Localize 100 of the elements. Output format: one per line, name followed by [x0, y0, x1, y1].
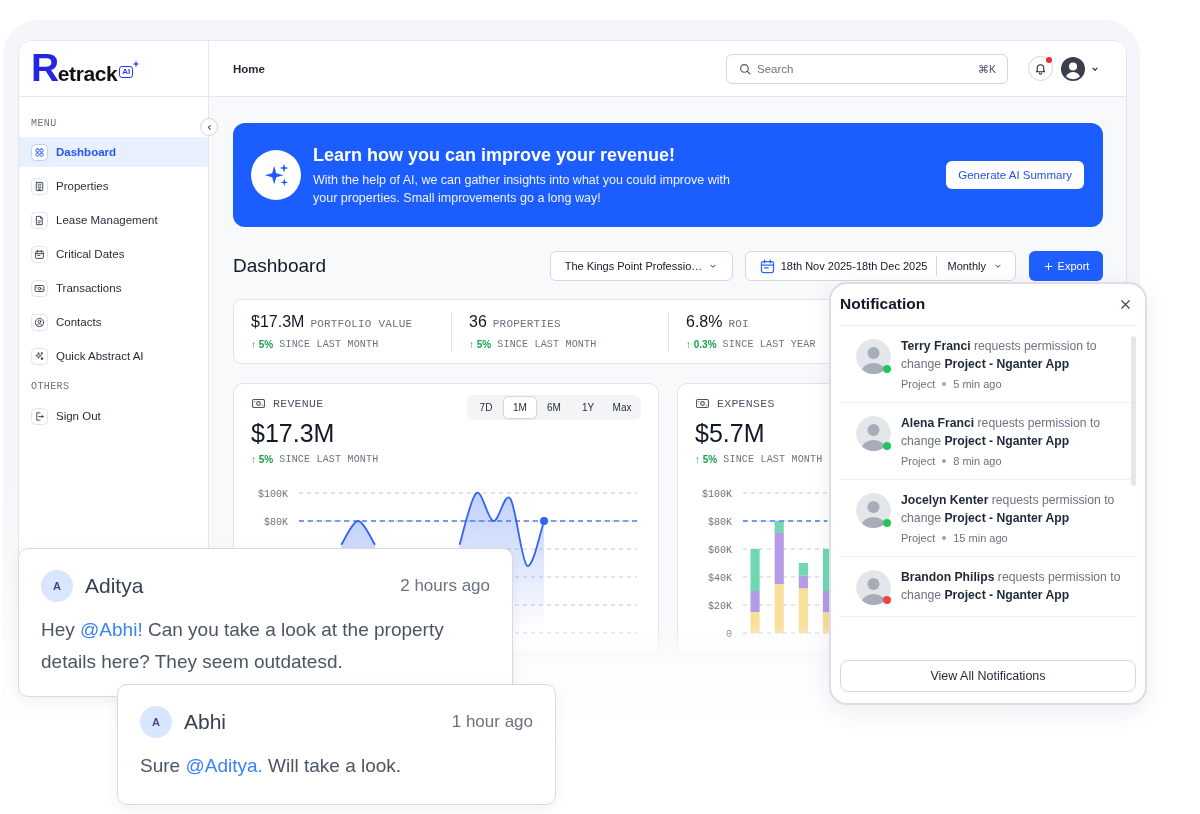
stat-label: ROI: [728, 318, 749, 330]
point-marker: [540, 517, 549, 525]
change-value: ↑ 5%: [251, 338, 274, 350]
nav-link[interactable]: Sign Out: [19, 401, 208, 431]
panel-title: Notification: [840, 294, 926, 314]
stat-value: 6.8%: [686, 313, 723, 331]
nav-link[interactable]: Quick Abstract AI: [19, 341, 208, 371]
scrollbar[interactable]: [1131, 336, 1136, 486]
page-title: Dashboard: [233, 255, 326, 277]
user-avatar-icon: [1061, 56, 1085, 81]
period-label: SINCE LAST MONTH: [279, 453, 379, 465]
mention-link[interactable]: @Abhi!: [80, 619, 143, 640]
stat-value: $17.3M: [251, 313, 305, 331]
separator-dot-icon: [942, 536, 947, 540]
search-bar[interactable]: Search ⌘K: [726, 53, 1008, 84]
comment-time: 1 hour ago: [451, 712, 533, 732]
export-button[interactable]: Export: [1029, 251, 1103, 281]
bar-segment: [798, 563, 808, 576]
calendar-icon: [758, 257, 776, 275]
period-label: SINCE LAST MONTH: [279, 338, 379, 350]
nav-link[interactable]: Contacts: [19, 307, 208, 337]
breadcrumb: Home: [233, 62, 265, 75]
nav-link[interactable]: Lease Management: [19, 205, 208, 235]
person-avatar-icon: [856, 416, 891, 451]
nav-link[interactable]: Critical Dates: [19, 239, 208, 269]
nav-link[interactable]: Properties: [19, 171, 208, 201]
account-menu-button[interactable]: [1061, 56, 1100, 81]
property-select[interactable]: The Kings Point Professio…: [549, 251, 733, 281]
section-label: MENU: [30, 118, 58, 130]
nav-link[interactable]: Transactions: [19, 273, 208, 303]
document-icon: [31, 211, 48, 229]
timestamp: 8 min ago: [953, 455, 1002, 467]
change-value: ↑ 5%: [469, 338, 492, 350]
range-tab[interactable]: Max: [605, 396, 639, 419]
comment-text: Hey @Abhi! Can you take a look at the property details here? They seem outdatesd.: [41, 618, 445, 674]
change-value: ↑ 5%: [251, 453, 274, 465]
stat-label: PROPERTIES: [492, 318, 561, 330]
person-avatar-icon: [856, 493, 891, 528]
bell-icon: [1034, 62, 1047, 75]
sparkles-icon: [31, 347, 48, 365]
axis-label: $100K: [258, 488, 288, 500]
stat-value: 36: [469, 313, 487, 331]
generate-summary-button[interactable]: Generate AI Summary: [946, 161, 1084, 189]
timestamp: 5 min ago: [953, 378, 1002, 390]
banner-text: With the help of AI, we can gather insights into what you could improve with your properties. Small improvements go a long way!: [313, 172, 731, 207]
range-tab[interactable]: 6M: [537, 396, 571, 419]
search-input[interactable]: Search: [757, 59, 973, 78]
banner-title: Learn how you can improve your revenue!: [313, 144, 677, 167]
change-value: ↑ 5%: [695, 453, 718, 465]
axis-label: 0: [726, 628, 732, 640]
notification-text: Jocelyn Kenter requests permission to change Project - Nganter App: [901, 492, 1116, 527]
view-all-button[interactable]: View All Notifications: [840, 660, 1136, 692]
change-value: ↑ 0.3%: [686, 338, 717, 350]
comment-text: Sure @Aditya. Will take a look.: [140, 754, 403, 778]
period-select[interactable]: Monthly: [936, 256, 1015, 276]
bar-segment: [774, 584, 784, 633]
category-label: Project: [901, 378, 936, 390]
search-icon: [738, 61, 752, 76]
range-tab[interactable]: 1Y: [571, 396, 605, 419]
notification-text: Alena Franci requests permission to change Project - Nganter App: [901, 415, 1102, 450]
author-name: Abhi: [184, 710, 227, 734]
separator-dot-icon: [942, 382, 947, 386]
range-tab[interactable]: 7D: [469, 396, 503, 419]
person-avatar-icon: [856, 570, 891, 605]
chart-value: $17.3M: [251, 419, 336, 447]
period-label: SINCE LAST MONTH: [497, 338, 597, 350]
comment-time: 2 hours ago: [400, 576, 490, 596]
timestamp: 15 min ago: [953, 532, 1008, 544]
chart-value: $5.7M: [695, 419, 766, 447]
sparkles-icon: [251, 150, 301, 200]
axis-label: $60K: [708, 544, 732, 556]
separator-dot-icon: [942, 459, 947, 463]
plus-icon: [1042, 260, 1054, 272]
mention-link[interactable]: @Aditya.: [185, 755, 263, 776]
notification-item[interactable]: Brandon Philips requests permission to change Project - Nganter App: [840, 557, 1136, 617]
user-avatar: A: [41, 570, 73, 602]
period-label: SINCE LAST YEAR: [722, 338, 816, 350]
bar-segment: [750, 612, 760, 633]
axis-label: $80K: [708, 516, 732, 528]
calendar-icon: [31, 245, 48, 263]
stat-label: PORTFOLIO VALUE: [310, 318, 413, 330]
notification-item[interactable]: Jocelyn Kenter requests permission to change Project - Nganter App Project 15 min ago: [840, 480, 1136, 557]
notification-text: Terry Franci requests permission to change Project - Nganter App: [901, 338, 1098, 373]
chart-title: REVENUE: [273, 396, 324, 410]
chart-title: EXPENSES: [717, 396, 775, 410]
date-range-button[interactable]: 18th Nov 2025-18th Dec 2025: [745, 252, 937, 280]
axis-label: $80K: [264, 516, 288, 528]
category-label: Project: [901, 532, 936, 544]
author-name: Aditya: [85, 574, 144, 598]
section-label: OTHERS: [30, 381, 71, 393]
sparkle-icon: [132, 60, 141, 68]
nav-link[interactable]: Dashboard: [19, 137, 208, 167]
category-label: Project: [901, 455, 936, 467]
notification-text: Brandon Philips requests permission to change Project - Nganter App: [901, 569, 1122, 604]
notifications-button[interactable]: [1028, 56, 1053, 81]
shortcut-hint: ⌘K: [978, 62, 996, 75]
grid-icon: [31, 143, 48, 161]
range-tab[interactable]: 1M: [503, 396, 537, 419]
chart-line: [340, 520, 376, 546]
logo-wordmark: Retrack: [31, 48, 118, 87]
